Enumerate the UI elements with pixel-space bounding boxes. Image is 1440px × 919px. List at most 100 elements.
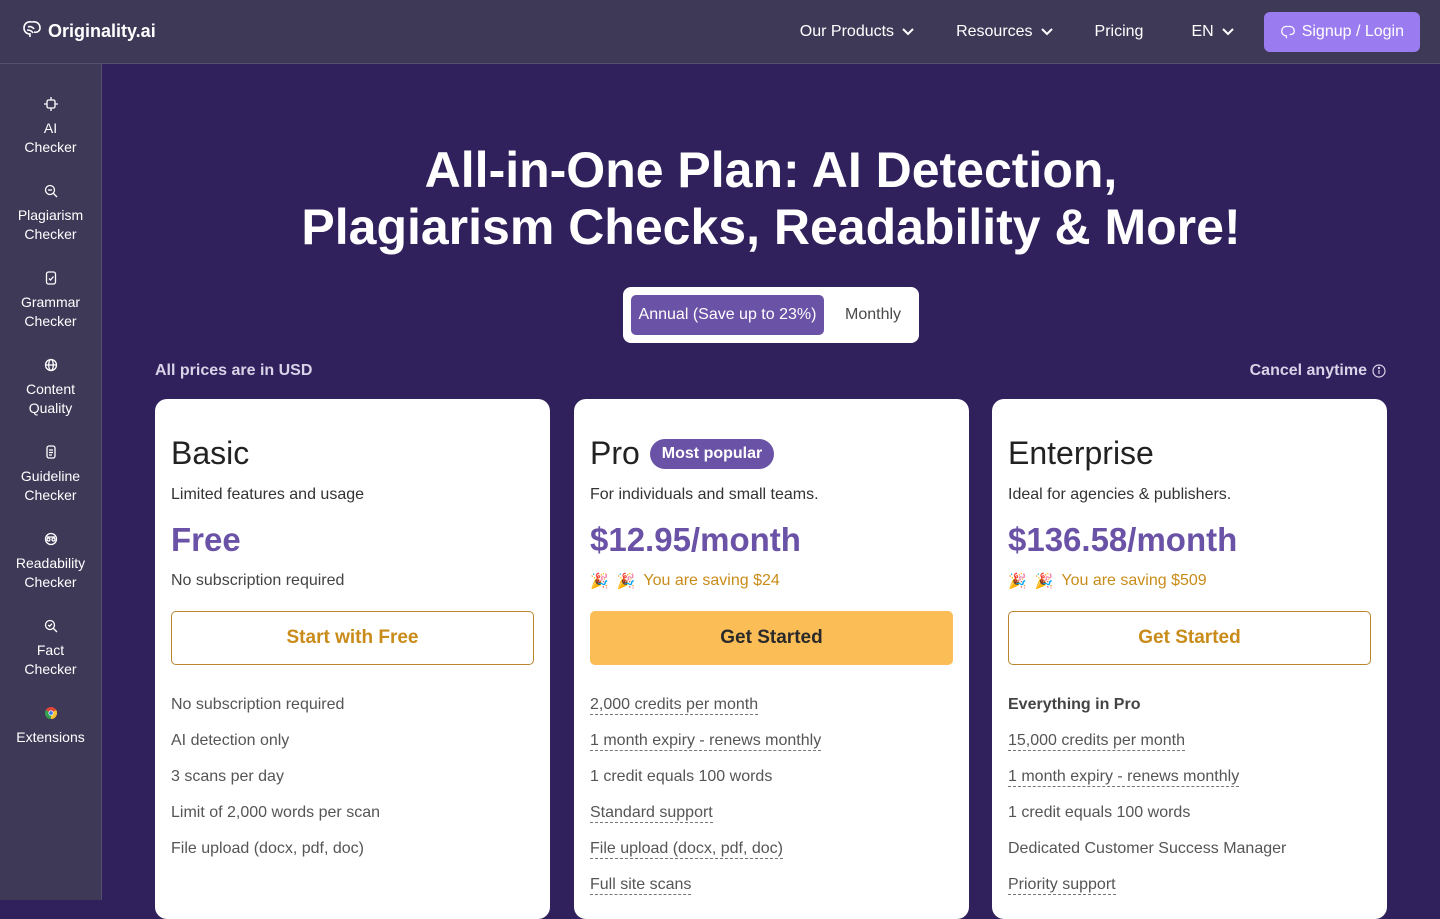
plan-price: $12.95/month — [590, 521, 801, 558]
info-icon[interactable] — [1372, 364, 1386, 378]
brand-logo[interactable]: Originality.ai — [22, 20, 156, 43]
nav-our-products[interactable]: Our Products — [800, 23, 914, 41]
feature-label: 15,000 credits per month — [1008, 732, 1185, 751]
sidebar-item-plagiarism-checker[interactable]: Plagiarism Checker — [0, 183, 101, 244]
feature-item: File upload (docx, pdf, doc) — [171, 837, 380, 873]
nav-pricing[interactable]: Pricing — [1095, 23, 1144, 41]
brain-logo-icon — [1280, 25, 1295, 39]
plan-card-enterprise: Enterprise Ideal for agencies & publishe… — [992, 399, 1387, 919]
feature-item[interactable]: 2,000 credits per month — [590, 693, 821, 729]
page-title-line-1: All-in-One Plan: AI Detection, — [424, 142, 1118, 198]
plan-name: Enterprise — [1008, 435, 1154, 472]
savings-note: 🎉 🎉 You are saving $24 — [590, 572, 780, 590]
get-started-button[interactable]: Get Started — [590, 611, 953, 665]
get-started-button[interactable]: Get Started — [1008, 611, 1371, 665]
feature-label: Standard support — [590, 804, 713, 823]
feature-label: Limit of 2,000 words per scan — [171, 804, 380, 821]
cancel-anytime-label: Cancel anytime — [1249, 362, 1367, 379]
feature-item: 1 credit equals 100 words — [590, 765, 821, 801]
plan-description: For individuals and small teams. — [590, 486, 819, 503]
billing-period-toggle: Annual (Save up to 23%) Monthly — [623, 287, 919, 343]
plan-price: Free — [171, 521, 241, 558]
party-popper-icon: 🎉 — [1008, 573, 1027, 590]
feature-label: Dedicated Customer Success Manager — [1008, 840, 1287, 857]
feature-item[interactable]: Standard support — [590, 801, 821, 837]
chrome-icon — [43, 705, 59, 721]
feature-label: 1 month expiry - renews monthly — [1008, 768, 1240, 787]
sidebar-item-label: Content Quality — [25, 381, 76, 416]
chevron-down-icon — [902, 28, 914, 36]
sidebar-item-label: Guideline Checker — [20, 468, 81, 503]
feature-item[interactable]: File upload (docx, pdf, doc) — [590, 837, 821, 873]
chevron-down-icon — [1221, 28, 1234, 36]
chip-icon — [43, 96, 59, 112]
feature-label: 1 month expiry - renews monthly — [590, 732, 822, 751]
globe-icon — [43, 357, 59, 373]
feature-list: Everything in Pro 15,000 credits per mon… — [1008, 693, 1286, 909]
language-selector[interactable]: EN — [1191, 23, 1234, 41]
feature-item[interactable]: 15,000 credits per month — [1008, 729, 1286, 765]
feature-label: No subscription required — [171, 696, 345, 713]
sidebar-item-label: Grammar Checker — [20, 294, 81, 329]
plan-name: Basic — [171, 435, 249, 472]
plan-card-pro: Pro Most popular For individuals and sma… — [574, 399, 969, 919]
plan-card-basic: Basic Limited features and usage Free No… — [155, 399, 550, 919]
feature-item: Everything in Pro — [1008, 693, 1286, 729]
sidebar-item-guideline-checker[interactable]: Guideline Checker — [0, 444, 101, 505]
sidebar-item-ai-checker[interactable]: AI Checker — [0, 96, 101, 157]
feature-label: File upload (docx, pdf, doc) — [171, 840, 364, 857]
sidebar-item-label: AI Checker — [24, 120, 77, 155]
currency-note: All prices are in USD — [155, 362, 313, 379]
feature-label: Full site scans — [590, 876, 692, 895]
sidebar-item-readability-checker[interactable]: Readability Checker — [0, 531, 101, 592]
document-icon — [43, 444, 59, 460]
start-with-free-button[interactable]: Start with Free — [171, 611, 534, 665]
feature-item[interactable]: Priority support — [1008, 873, 1286, 909]
signup-login-label: Signup / Login — [1301, 23, 1404, 40]
feature-item[interactable]: 1 month expiry - renews monthly — [1008, 765, 1286, 801]
sidebar-item-fact-checker[interactable]: Fact Checker — [0, 618, 101, 679]
sidebar-item-content-quality[interactable]: Content Quality — [0, 357, 101, 418]
sidebar-item-label: Fact Checker — [24, 642, 77, 677]
monthly-option[interactable]: Monthly — [845, 306, 901, 324]
feature-item: Dedicated Customer Success Manager — [1008, 837, 1286, 873]
signup-login-button[interactable]: Signup / Login — [1263, 12, 1420, 52]
sidebar-item-label: Extensions — [16, 729, 85, 745]
page-title-line-2: Plagiarism Checks, Readability & More! — [301, 199, 1241, 255]
plan-description: Ideal for agencies & publishers. — [1008, 486, 1232, 503]
feature-item[interactable]: 1 month expiry - renews monthly — [590, 729, 822, 765]
feature-label: 1 credit equals 100 words — [1008, 804, 1191, 821]
nav-resources[interactable]: Resources — [956, 23, 1053, 41]
cancel-anytime-note[interactable]: Cancel anytime — [1250, 362, 1386, 380]
annual-option[interactable]: Annual (Save up to 23%) — [631, 295, 824, 335]
feature-item[interactable]: Full site scans — [590, 873, 821, 909]
plan-price: $136.58/month — [1008, 521, 1238, 558]
feature-label: 2,000 credits per month — [590, 696, 759, 715]
readability-icon — [43, 531, 59, 547]
feature-item: Limit of 2,000 words per scan — [171, 801, 380, 837]
nav-resources-label: Resources — [956, 23, 1033, 40]
sidebar-item-grammar-checker[interactable]: Grammar Checker — [0, 270, 101, 331]
grammar-icon — [43, 270, 59, 286]
nav-pricing-label: Pricing — [1094, 23, 1144, 40]
sidebar-item-label: Plagiarism Checker — [17, 207, 84, 242]
feature-item: No subscription required — [171, 693, 380, 729]
fact-search-icon — [43, 618, 59, 634]
language-label: EN — [1191, 23, 1214, 40]
brain-logo-icon — [22, 20, 42, 43]
feature-label: 3 scans per day — [171, 768, 284, 785]
sidebar-item-extensions[interactable]: Extensions — [0, 705, 101, 747]
feature-label: Priority support — [1008, 876, 1116, 895]
party-popper-icon: 🎉 — [1034, 573, 1054, 590]
sidebar: AI Checker Plagiarism Checker Grammar Ch… — [0, 64, 102, 900]
search-zoom-icon — [43, 183, 59, 199]
plan-subtext: No subscription required — [171, 572, 345, 589]
savings-label: You are saving $509 — [1061, 572, 1207, 589]
feature-label: Everything in Pro — [1008, 696, 1141, 713]
plan-name-label: Enterprise — [1008, 435, 1154, 471]
feature-item: 3 scans per day — [171, 765, 380, 801]
top-nav: Originality.ai Our Products Resources Pr… — [0, 0, 1440, 64]
page-title: All-in-One Plan: AI Detection, Plagiaris… — [102, 142, 1440, 256]
plan-name-label: Basic — [171, 435, 250, 471]
plan-name-label: Pro — [590, 435, 640, 471]
